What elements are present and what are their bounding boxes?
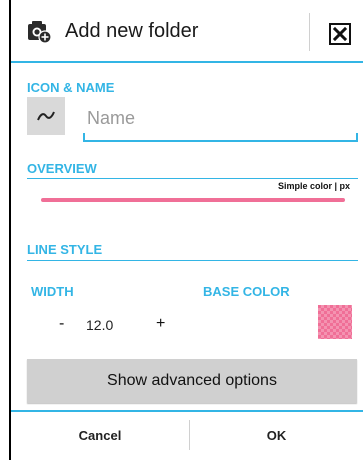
base-color-swatch[interactable]: [318, 305, 352, 339]
line-style-divider: [27, 260, 358, 261]
width-label: WIDTH: [31, 284, 74, 299]
ok-button[interactable]: OK: [190, 412, 363, 458]
dialog-title-bar: Add new folder: [11, 13, 363, 61]
width-value: 12.0: [86, 317, 114, 333]
base-color-label: BASE COLOR: [203, 284, 290, 299]
width-decrement-button[interactable]: -: [59, 315, 64, 333]
add-folder-icon: [26, 18, 52, 44]
show-advanced-options-button[interactable]: Show advanced options: [27, 359, 357, 403]
title-divider: [309, 13, 310, 51]
dialog-footer: Cancel OK: [11, 412, 363, 460]
folder-icon-button[interactable]: [27, 97, 65, 135]
wave-icon: [37, 111, 55, 121]
add-folder-dialog: Add new folder ICON & NAME OVERVIEW Simp…: [9, 0, 363, 460]
line-style-header: LINE STYLE: [27, 242, 103, 257]
icon-name-header: ICON & NAME: [27, 80, 115, 95]
overview-divider: [27, 178, 358, 179]
width-increment-button[interactable]: +: [156, 315, 165, 333]
title-divider-line: [11, 61, 363, 63]
close-icon: [329, 23, 351, 45]
preview-caption: Simple color | px: [278, 181, 351, 191]
cancel-button[interactable]: Cancel: [11, 412, 189, 458]
name-input-underline: [83, 140, 358, 142]
dialog-title: Add new folder: [65, 20, 199, 42]
folder-name-input[interactable]: [83, 100, 357, 136]
close-button[interactable]: [329, 23, 351, 45]
line-preview: [41, 198, 345, 202]
overview-header: OVERVIEW: [27, 161, 97, 176]
